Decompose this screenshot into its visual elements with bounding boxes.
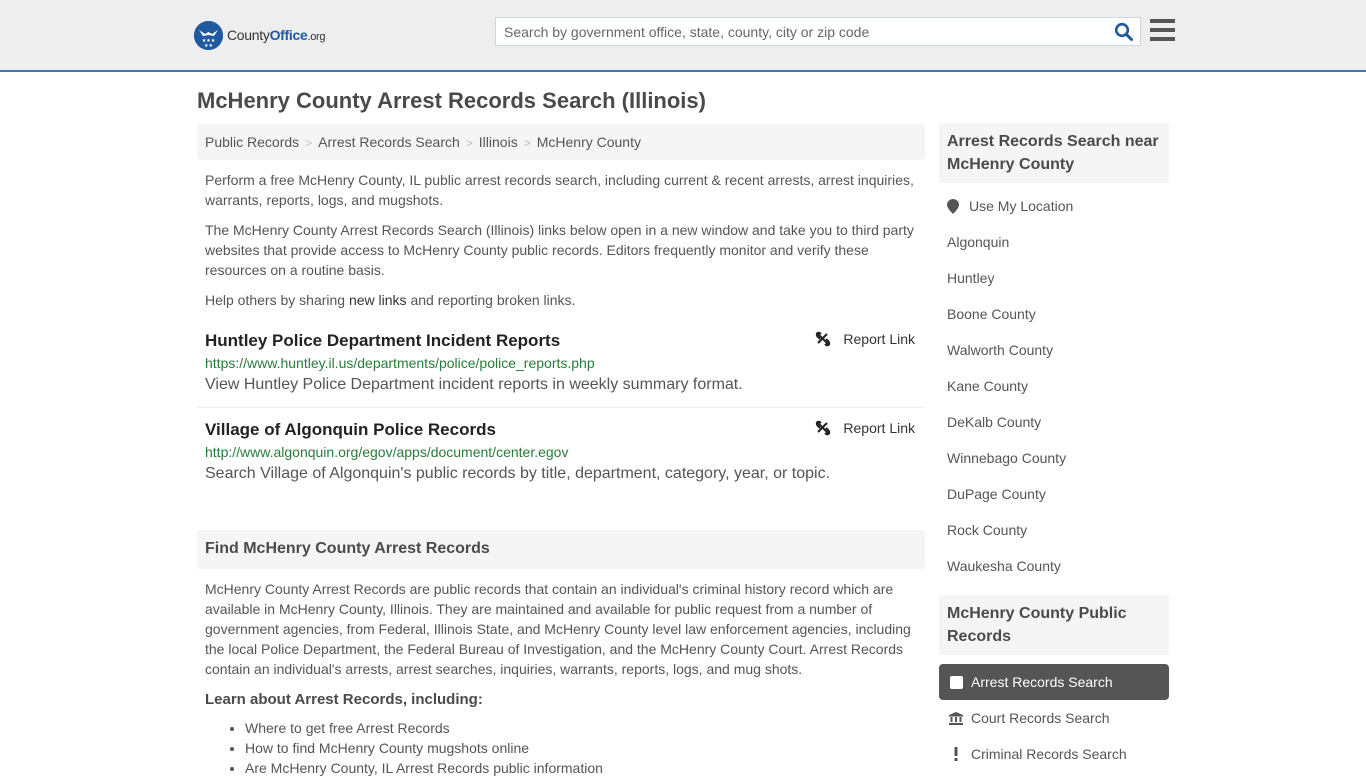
new-links-link[interactable]: new links [349,292,407,308]
nearby-link[interactable]: DeKalb County [947,414,1041,430]
intro-section: Perform a free McHenry County, IL public… [197,170,925,310]
breadcrumb-mchenry-county[interactable]: McHenry County [537,134,641,150]
learn-about-list: Where to get free Arrest Records How to … [245,718,925,778]
nearby-link[interactable]: Kane County [947,378,1028,394]
sidebar-item-huntley: Huntley [939,269,1169,305]
report-link-label: Report Link [843,331,915,347]
use-my-location-item: Use My Location [939,197,1169,233]
sidebar-item-waukesha-county: Waukesha County [939,557,1169,593]
nearby-list: Use My Location Algonquin Huntley Boone … [939,197,1169,593]
site-logo[interactable]: ★★★ ★★ CountyOffice.org [194,20,326,50]
find-section-heading: Find McHenry County Arrest Records [197,530,925,569]
list-item: Are McHenry County, IL Arrest Records pu… [245,758,925,778]
main-content: Public Records > Arrest Records Search > Ill… [197,124,925,778]
use-my-location-link[interactable]: Use My Location [969,197,1073,215]
public-records-link[interactable]: Criminal Records Search [971,746,1127,762]
broken-link-icon [816,331,831,347]
breadcrumb-separator: > [465,136,473,150]
report-link-button[interactable]: Report Link [815,331,915,347]
report-link-label: Report Link [843,420,915,436]
square-icon [949,675,963,689]
nearby-link[interactable]: Walworth County [947,342,1053,358]
sidebar-item-winnebago-county: Winnebago County [939,449,1169,485]
site-name: CountyOffice.org [227,27,326,43]
nearby-link[interactable]: Waukesha County [947,558,1061,574]
public-records-list: Arrest Records Search Court Records Sear… [939,664,1169,772]
sidebar-item-rock-county: Rock County [939,521,1169,557]
breadcrumb-public-records[interactable]: Public Records [205,134,299,150]
sidebar-item-walworth-county: Walworth County [939,341,1169,377]
public-records-heading: McHenry County Public Records [939,595,1169,655]
sidebar-item-dupage-county: DuPage County [939,485,1169,521]
sidebar: Arrest Records Search near McHenry Count… [939,123,1169,772]
record-url: https://www.huntley.il.us/departments/po… [205,355,595,371]
sidebar-item-criminal-records-search: Criminal Records Search [939,736,1169,772]
logo-name-suffix: .org [307,31,326,43]
exclamation-icon [949,747,963,761]
intro-paragraph: The McHenry County Arrest Records Search… [205,222,914,278]
nearby-link[interactable]: Boone County [947,306,1036,322]
share-links-paragraph: Help others by sharing new links and rep… [205,290,917,310]
breadcrumb-arrest-records-search[interactable]: Arrest Records Search [318,134,460,150]
broken-link-icon [816,420,831,436]
page-title: McHenry County Arrest Records Search (Il… [197,88,706,113]
public-records-link[interactable]: Court Records Search [971,710,1110,726]
search-input[interactable] [496,18,1106,45]
share-text: Help others by sharing [205,292,349,308]
top-navbar: ★★★ ★★ CountyOffice.org [0,0,1366,72]
breadcrumb-separator: > [523,136,531,150]
map-marker-icon [947,199,959,214]
list-item: Where to get free Arrest Records [245,718,925,738]
sidebar-item-arrest-records-search: Arrest Records Search [939,664,1169,700]
breadcrumb: Public Records > Arrest Records Search > Ill… [197,124,925,160]
nearby-link[interactable]: Algonquin [947,234,1009,250]
intro-paragraph: Perform a free McHenry County, IL public… [205,172,914,208]
nearby-link[interactable]: DuPage County [947,486,1046,502]
record-description: View Huntley Police Department incident … [205,376,743,393]
nearby-heading: Arrest Records Search near McHenry Count… [939,123,1169,183]
sidebar-item-boone-county: Boone County [939,305,1169,341]
sidebar-item-dekalb-county: DeKalb County [939,413,1169,449]
record-description: Search Village of Algonquin's public rec… [205,465,831,482]
sidebar-item-algonquin: Algonquin [939,233,1169,269]
record-item: Village of Algonquin Police Records Repo… [197,408,925,484]
nearby-link[interactable]: Huntley [947,270,994,286]
search-bar [495,17,1141,46]
nearby-link[interactable]: Rock County [947,522,1027,538]
find-section-text: McHenry County Arrest Records are public… [205,581,911,677]
list-item: How to find McHenry County mugshots onli… [245,738,925,758]
nearby-link[interactable]: Winnebago County [947,450,1066,466]
hamburger-menu-icon[interactable] [1150,19,1175,43]
report-link-button[interactable]: Report Link [815,420,915,436]
courthouse-icon [949,711,963,725]
learn-about-heading: Learn about Arrest Records, including: [205,691,483,708]
eagle-logo-icon: ★★★ ★★ [194,20,223,50]
logo-name-prefix: County [227,27,270,43]
svg-text:★★: ★★ [204,43,213,49]
share-text: and reporting broken links. [406,292,576,308]
record-url: http://www.algonquin.org/egov/apps/docum… [205,444,569,460]
sidebar-item-court-records-search: Court Records Search [939,700,1169,736]
search-icon[interactable] [1114,22,1134,42]
public-records-link[interactable]: Arrest Records Search [971,674,1113,690]
breadcrumb-illinois[interactable]: Illinois [479,134,518,150]
breadcrumb-separator: > [305,136,313,150]
logo-name-brand: Office [269,27,308,43]
record-title-link[interactable]: Huntley Police Department Incident Repor… [205,330,560,352]
record-item: Huntley Police Department Incident Repor… [197,330,925,408]
record-title-link[interactable]: Village of Algonquin Police Records [205,419,496,441]
sidebar-item-kane-county: Kane County [939,377,1169,413]
